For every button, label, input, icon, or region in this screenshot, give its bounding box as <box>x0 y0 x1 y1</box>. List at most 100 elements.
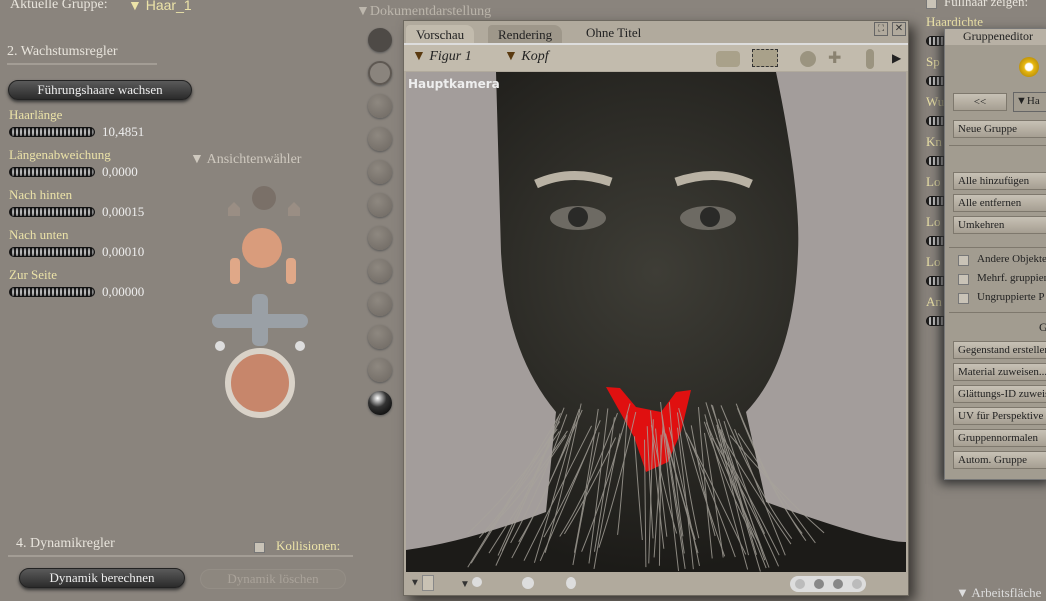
camera-icon[interactable] <box>716 51 740 67</box>
slider-value[interactable]: 0,00010 <box>102 244 144 260</box>
slider-value[interactable]: 10,4851 <box>102 124 144 140</box>
triangle-down-icon: ▼ <box>412 49 429 64</box>
document-display-label: Dokumentdarstellung <box>370 4 491 19</box>
group-editor-button[interactable]: Alle entfernen <box>953 194 1046 212</box>
slider-value[interactable]: 0,0000 <box>102 164 138 180</box>
group-editor-button[interactable]: Gruppennormalen <box>953 429 1046 447</box>
hair-slider-label: Wu <box>926 94 944 110</box>
growth-dial-slider[interactable] <box>9 167 95 177</box>
maximize-icon[interactable]: ⛶ <box>874 22 888 36</box>
body-part-menu-value: Kopf <box>521 49 548 64</box>
triangle-down-icon: ▼ <box>190 152 207 167</box>
add-group-icon[interactable] <box>1019 57 1039 77</box>
figure-menu-value: Figur 1 <box>429 49 471 64</box>
cartoon-style-button[interactable] <box>368 259 392 283</box>
growth-dial-slider[interactable] <box>9 247 95 257</box>
view-selector-toggle[interactable]: ▼ Ansichtenwähler <box>190 152 301 168</box>
move-camera-icon[interactable]: ✚ <box>828 51 841 67</box>
slider-label: Nach unten <box>9 227 69 243</box>
checkbox-label: Andere Objekte <box>977 253 1046 265</box>
group-editor-checkbox[interactable] <box>958 255 969 266</box>
bg-color-menu[interactable]: ▼ <box>410 575 434 591</box>
workspace-toggle[interactable]: ▼ Arbeitsfläche <box>956 585 1041 601</box>
hair-dial-slider[interactable] <box>926 76 946 86</box>
group-editor-button[interactable]: Glättungs-ID zuweisen <box>953 385 1046 403</box>
hair-slider-label: Sp <box>926 54 940 70</box>
hair-dial-slider[interactable] <box>926 236 946 246</box>
tab-rendering[interactable]: Rendering <box>488 25 562 45</box>
hidden-line-style-button[interactable] <box>368 127 392 151</box>
head-camera-icon <box>242 228 282 268</box>
hair-slider-label: Lo <box>926 254 940 270</box>
body-part-menu[interactable]: ▼ Kopf <box>504 49 549 65</box>
new-group-button[interactable]: Neue Gruppe <box>953 120 1046 138</box>
triangle-down-icon: ▼ <box>1016 95 1027 107</box>
triangle-down-icon: ▼ <box>356 4 370 19</box>
previous-group-button[interactable]: << <box>953 93 1007 111</box>
shadow-menu[interactable]: ▼ <box>460 577 482 590</box>
growth-dial-slider[interactable] <box>9 287 95 297</box>
wireframe-style-button[interactable] <box>368 94 392 118</box>
slider-value[interactable]: 0,00015 <box>102 204 144 220</box>
hair-dial-slider[interactable] <box>926 116 946 126</box>
group-editor-button[interactable]: Umkehren <box>953 216 1046 234</box>
show-fill-hair-checkbox[interactable] <box>926 0 937 9</box>
layout-selector[interactable] <box>790 576 866 592</box>
calculate-dynamics-button[interactable]: Dynamik berechnen <box>19 568 185 588</box>
slider-value[interactable]: 0,00000 <box>102 284 144 300</box>
move-y-icon <box>252 294 268 346</box>
scale-camera-icon[interactable] <box>866 49 874 69</box>
close-icon[interactable]: ✕ <box>892 22 906 36</box>
group-editor-button[interactable]: Material zuweisen... <box>953 363 1046 381</box>
group-editor-checkbox[interactable] <box>958 274 969 285</box>
hair-dial-slider[interactable] <box>926 316 946 326</box>
flat-lined-style-button[interactable] <box>368 226 392 250</box>
smooth-lined-style-button[interactable] <box>368 358 392 382</box>
group-select[interactable]: ▼Ha <box>1013 92 1046 112</box>
silhouette-style-button[interactable] <box>368 28 392 52</box>
group-editor-button[interactable]: UV für Perspektive <box>953 407 1046 425</box>
document-display-toggle[interactable]: ▼Dokumentdarstellung <box>356 4 491 20</box>
group-editor-checkbox[interactable] <box>958 293 969 304</box>
more-arrow-icon[interactable]: ▶ <box>892 51 901 66</box>
group-editor-button[interactable]: Gegenstand erstellen <box>953 341 1046 359</box>
camera-label: Hauptkamera <box>408 77 500 91</box>
growth-dial-slider[interactable] <box>9 207 95 217</box>
depth-cue-toggle-icon[interactable] <box>566 577 576 589</box>
group-editor-palette: Gruppeneditor << ▼Ha Neue Gruppe Alle hi… <box>944 28 1046 480</box>
rotate-trackball-icon <box>228 351 292 415</box>
view-selector-trackballs[interactable] <box>200 178 320 438</box>
group-select[interactable]: ▼ Haar_1 <box>128 0 192 13</box>
hair-slider-label: Lo <box>926 214 940 230</box>
smooth-shaded-style-button[interactable] <box>368 325 392 349</box>
figure-menu[interactable]: ▼ Figur 1 <box>412 49 472 65</box>
tab-preview[interactable]: Vorschau <box>406 25 474 45</box>
checkbox-label: Ungruppierte P <box>977 291 1045 303</box>
lit-wireframe-style-button[interactable] <box>368 160 392 184</box>
window-title: Ohne Titel <box>586 25 641 41</box>
group-editor-section-label: G <box>1039 320 1046 335</box>
growth-dial-slider[interactable] <box>9 127 95 137</box>
group-editor-button[interactable]: Autom. Gruppe <box>953 451 1046 469</box>
texture-shaded-style-button[interactable] <box>368 391 392 415</box>
hair-dial-slider[interactable] <box>926 36 946 46</box>
document-window: Vorschau Rendering Ohne Titel ⛶ ✕ ▼ Figu… <box>403 20 909 596</box>
rotate-camera-icon[interactable] <box>800 51 816 67</box>
dropdown-arrow-icon: ▼ <box>128 0 146 13</box>
group-editor-button[interactable]: Alle hinzufügen <box>953 172 1046 190</box>
show-fill-hair-label: Füllhaar zeigen: <box>944 0 1028 10</box>
outline-style-button[interactable] <box>368 61 392 85</box>
face-camera-icon <box>252 186 276 210</box>
grow-guide-hairs-button[interactable]: Führungshaare wachsen <box>8 80 192 100</box>
hair-dial-slider[interactable] <box>926 156 946 166</box>
3d-canvas[interactable]: Hauptkamera <box>406 72 906 572</box>
cartoon-lines-style-button[interactable] <box>368 292 392 316</box>
ground-shadow-toggle-icon[interactable] <box>522 577 534 589</box>
triangle-down-icon: ▼ <box>504 49 521 64</box>
area-render-camera-icon[interactable] <box>752 49 778 67</box>
hair-dial-slider[interactable] <box>926 276 946 286</box>
hair-dial-slider[interactable] <box>926 196 946 206</box>
flat-shaded-style-button[interactable] <box>368 193 392 217</box>
group-select-value: Haar_1 <box>146 0 192 13</box>
collisions-checkbox[interactable] <box>254 542 265 553</box>
